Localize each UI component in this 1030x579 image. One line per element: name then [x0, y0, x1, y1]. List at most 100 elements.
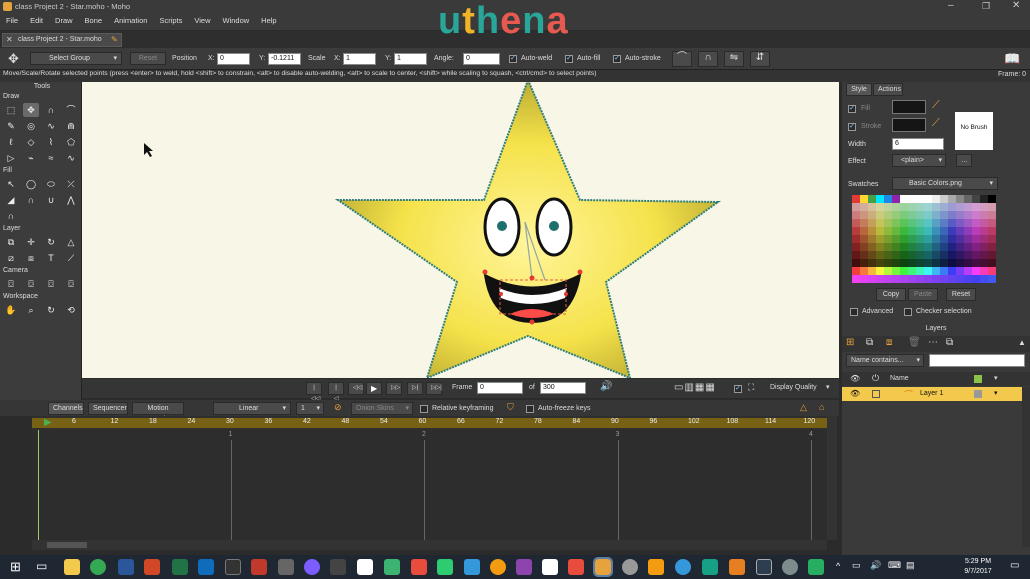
palette-swatch[interactable]: [900, 267, 908, 275]
magnet-icon[interactable]: ⋒: [63, 119, 79, 133]
palette-swatch[interactable]: [852, 211, 860, 219]
file-explorer-icon[interactable]: [64, 559, 80, 575]
position-x-field[interactable]: 0: [217, 53, 250, 65]
palette-swatch[interactable]: [852, 203, 860, 211]
palette-swatch[interactable]: [884, 227, 892, 235]
palette-swatch[interactable]: [932, 203, 940, 211]
onion-skins-dropdown[interactable]: Onion Skins ▾: [351, 402, 413, 415]
eyedropper-icon[interactable]: ⟋: [63, 251, 79, 265]
palette-swatch[interactable]: [852, 243, 860, 251]
palette-swatch[interactable]: [980, 227, 988, 235]
scale-y-field[interactable]: 1: [394, 53, 427, 65]
app-icon-11[interactable]: [542, 559, 558, 575]
palette-swatch[interactable]: [860, 219, 868, 227]
bezier-icon[interactable]: ∿: [43, 119, 59, 133]
filezilla-icon[interactable]: [251, 559, 267, 575]
palette-swatch[interactable]: [956, 235, 964, 243]
palette-swatch[interactable]: [956, 267, 964, 275]
palette-swatch[interactable]: [940, 243, 948, 251]
layer-row-chevron-icon[interactable]: ▾: [994, 389, 998, 397]
select-points-icon[interactable]: ⬚: [3, 103, 19, 117]
brush-preview[interactable]: No Brush: [955, 112, 993, 150]
zoom-in-timeline-icon[interactable]: ⌂: [819, 402, 824, 412]
palette-swatch[interactable]: [980, 219, 988, 227]
palette-swatch[interactable]: [908, 243, 916, 251]
palette-swatch[interactable]: [876, 243, 884, 251]
palette-swatch[interactable]: [876, 251, 884, 259]
playhead-icon[interactable]: ▶: [44, 417, 52, 428]
palette-swatch[interactable]: [884, 259, 892, 267]
palette-swatch[interactable]: [964, 259, 972, 267]
color-palette[interactable]: [852, 195, 996, 283]
style-reset-button[interactable]: Reset: [946, 288, 976, 301]
camera-track-icon[interactable]: ⌼: [3, 277, 19, 291]
palette-swatch[interactable]: [948, 251, 956, 259]
step-back-icon[interactable]: |◁: [328, 382, 344, 402]
palette-swatch[interactable]: [956, 219, 964, 227]
layer-options-icon[interactable]: ⋯: [928, 337, 938, 348]
palette-swatch[interactable]: [924, 267, 932, 275]
fill-color-swatch[interactable]: [892, 100, 926, 114]
palette-swatch[interactable]: [868, 235, 876, 243]
flip-vertical-icon[interactable]: ⇵: [750, 51, 770, 67]
palette-swatch[interactable]: [956, 203, 964, 211]
reset-button[interactable]: Reset: [130, 52, 166, 65]
palette-swatch[interactable]: [884, 211, 892, 219]
palette-swatch[interactable]: [972, 259, 980, 267]
palette-swatch[interactable]: [916, 235, 924, 243]
palette-swatch[interactable]: [972, 203, 980, 211]
palette-swatch[interactable]: [916, 211, 924, 219]
app-icon-15[interactable]: [675, 559, 691, 575]
app-icon-13[interactable]: [622, 559, 638, 575]
palette-swatch[interactable]: [908, 267, 916, 275]
palette-swatch[interactable]: [868, 203, 876, 211]
clock-date[interactable]: 9/7/2017: [960, 568, 996, 575]
select-shape-icon[interactable]: ↖: [3, 177, 19, 191]
palette-swatch[interactable]: [916, 259, 924, 267]
palette-swatch[interactable]: [876, 203, 884, 211]
peak-icon[interactable]: ⌒: [672, 51, 692, 67]
chevron-down-icon[interactable]: ▾: [826, 383, 830, 391]
smooth-icon[interactable]: ∩: [698, 51, 718, 67]
palette-swatch[interactable]: [876, 235, 884, 243]
auto-freeze-checkbox[interactable]: [526, 404, 534, 413]
noise-icon[interactable]: ≈: [43, 151, 59, 165]
advanced-checkbox[interactable]: [850, 307, 858, 316]
chrome-icon[interactable]: [90, 559, 106, 575]
relative-keyframing-checkbox[interactable]: [420, 404, 428, 413]
palette-swatch[interactable]: [860, 211, 868, 219]
palette-swatch[interactable]: [972, 227, 980, 235]
layer-filter-input[interactable]: [929, 354, 1025, 367]
palette-swatch[interactable]: [980, 259, 988, 267]
palette-swatch[interactable]: [884, 243, 892, 251]
palette-swatch[interactable]: [916, 227, 924, 235]
minimize-icon[interactable]: –: [948, 0, 954, 11]
palette-swatch[interactable]: [980, 203, 988, 211]
camera-roll-icon[interactable]: ⌼: [43, 277, 59, 291]
input-tray-icon[interactable]: ⌨: [888, 560, 901, 571]
palette-swatch[interactable]: [884, 267, 892, 275]
palette-swatch[interactable]: [988, 275, 996, 283]
app-icon-3[interactable]: [304, 559, 320, 575]
palette-swatch[interactable]: [884, 203, 892, 211]
palette-swatch[interactable]: [908, 195, 916, 203]
palette-swatch[interactable]: [900, 211, 908, 219]
palette-swatch[interactable]: [972, 251, 980, 259]
menu-view[interactable]: View: [188, 14, 216, 27]
palette-swatch[interactable]: [852, 227, 860, 235]
palette-swatch[interactable]: [860, 195, 868, 203]
volume-tray-icon[interactable]: 🔊: [870, 560, 881, 571]
network-icon[interactable]: ▭: [852, 560, 861, 571]
step-forward-icon[interactable]: ▷|: [407, 382, 423, 395]
palette-swatch[interactable]: [988, 219, 996, 227]
checker-checkbox[interactable]: [904, 307, 912, 316]
next-keyframe-icon[interactable]: ▷▷: [386, 382, 402, 395]
palette-swatch[interactable]: [908, 219, 916, 227]
palette-swatch[interactable]: [956, 195, 964, 203]
timeline-vscrollbar[interactable]: [827, 416, 837, 540]
rewind-icon[interactable]: |◁◁: [306, 382, 322, 402]
create-shape-icon[interactable]: ◯: [23, 177, 39, 191]
palette-swatch[interactable]: [972, 195, 980, 203]
word-icon[interactable]: [118, 559, 134, 575]
palette-swatch[interactable]: [964, 227, 972, 235]
